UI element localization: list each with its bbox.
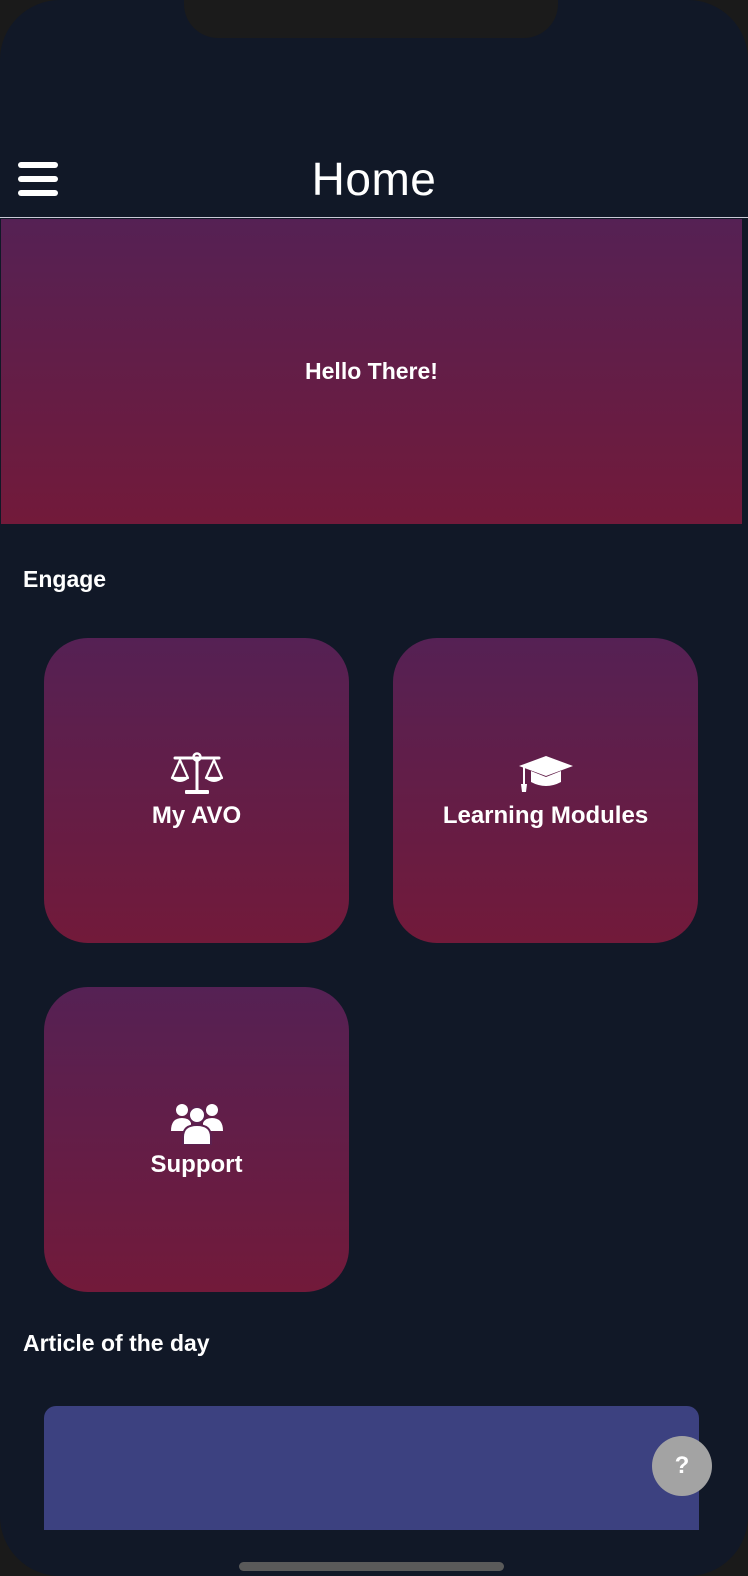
graduation-cap-icon <box>518 752 574 796</box>
help-button[interactable]: ? <box>652 1436 712 1496</box>
engage-section-title: Engage <box>23 566 107 592</box>
scales-icon <box>169 751 225 796</box>
hero-banner: Hello There! <box>1 219 742 524</box>
tile-label: My AVO <box>151 801 242 829</box>
tile-label: Support <box>150 1150 243 1178</box>
page-title: Home <box>311 153 437 205</box>
support-tile[interactable]: Support <box>44 987 349 1292</box>
users-group-icon <box>169 1101 225 1145</box>
my-avo-tile[interactable]: My AVO <box>44 638 349 943</box>
app-header: Home <box>0 140 748 218</box>
phone-screen: Home Hello There! Engage My AVO Learning… <box>0 0 748 1576</box>
tile-label: Learning Modules <box>442 801 649 829</box>
article-section-title: Article of the day <box>23 1330 210 1356</box>
learning-modules-tile[interactable]: Learning Modules <box>393 638 698 943</box>
device-notch <box>184 0 558 38</box>
home-indicator <box>239 1562 504 1571</box>
article-card[interactable] <box>44 1406 699 1530</box>
hero-greeting: Hello There! <box>305 358 438 384</box>
